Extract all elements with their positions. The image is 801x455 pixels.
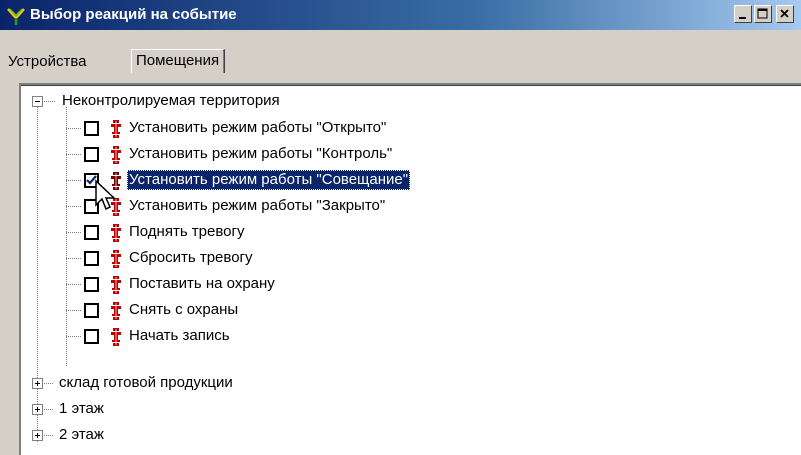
tree-group-node[interactable]: склад готовой продукции <box>21 373 521 399</box>
tree-connector <box>66 180 82 181</box>
action-row[interactable]: Сбросить тревогу <box>21 248 721 274</box>
action-row[interactable]: Снять с охраны <box>21 300 721 326</box>
collapse-icon[interactable] <box>32 96 43 107</box>
action-row[interactable]: Установить режим работы "Совещание" <box>21 170 721 196</box>
reaction-tree[interactable]: Неконтролируемая территория Установить р… <box>19 83 801 455</box>
action-row[interactable]: Поднять тревогу <box>21 222 721 248</box>
action-label: Поднять тревогу <box>129 223 245 240</box>
action-label: Поставить на охрану <box>129 275 275 292</box>
tree-connector <box>44 435 54 436</box>
tree-connector <box>44 383 54 384</box>
maximize-button[interactable] <box>754 5 772 23</box>
close-button[interactable] <box>776 5 794 23</box>
tree-group-label: 2 этаж <box>59 426 104 443</box>
minimize-icon <box>739 17 746 19</box>
action-row[interactable]: Установить режим работы "Закрыто" <box>21 196 721 222</box>
window-title: Выбор реакций на событие <box>30 6 237 23</box>
action-label: Установить режим работы "Совещание" <box>127 170 411 190</box>
minimize-button[interactable] <box>734 5 752 23</box>
action-row[interactable]: Установить режим работы "Контроль" <box>21 144 721 170</box>
tree-connector <box>66 232 82 233</box>
action-label: Установить режим работы "Контроль" <box>129 145 393 162</box>
tree-root-label: Неконтролируемая территория <box>62 92 280 109</box>
tab-devices[interactable]: Устройства <box>4 52 90 72</box>
tree-connector <box>44 409 54 410</box>
tree-connector <box>66 206 82 207</box>
tab-strip: Устройства Помещения <box>0 30 801 73</box>
close-icon <box>780 9 789 18</box>
action-checkbox[interactable] <box>84 329 99 344</box>
maximize-icon <box>757 8 768 19</box>
reaction-icon <box>111 302 121 320</box>
title-bar[interactable]: Выбор реакций на событие <box>0 0 801 30</box>
tree-connector <box>66 128 82 129</box>
tree-group-label: 1 этаж <box>59 400 104 417</box>
tree-connector <box>66 154 82 155</box>
tree-group-node[interactable]: 2 этаж <box>21 425 521 451</box>
action-checkbox[interactable] <box>84 147 99 162</box>
action-checkbox[interactable] <box>84 225 99 240</box>
reaction-icon <box>111 276 121 294</box>
reaction-icon <box>111 224 121 242</box>
expand-icon[interactable] <box>32 378 43 389</box>
reaction-icon <box>111 146 121 164</box>
tree-connector <box>66 284 82 285</box>
action-row[interactable]: Поставить на охрану <box>21 274 721 300</box>
action-checkbox[interactable] <box>84 251 99 266</box>
tree-connector <box>66 258 82 259</box>
tree-group-label: склад готовой продукции <box>59 374 233 391</box>
tab-premises[interactable]: Помещения <box>131 49 226 73</box>
action-checkbox[interactable] <box>84 303 99 318</box>
action-label: Установить режим работы "Открыто" <box>129 119 387 136</box>
expand-icon[interactable] <box>32 430 43 441</box>
action-label: Начать запись <box>129 327 230 344</box>
action-row[interactable]: Начать запись <box>21 326 721 352</box>
reaction-app-icon <box>7 8 25 25</box>
tree-connector <box>44 101 56 102</box>
action-label: Снять с охраны <box>129 301 239 318</box>
action-label: Сбросить тревогу <box>129 249 253 266</box>
reaction-icon <box>111 250 121 268</box>
reaction-selection-window: Выбор реакций на событие Устройства Поме… <box>0 0 801 455</box>
tree-group-node[interactable]: 1 этаж <box>21 399 521 425</box>
action-label: Установить режим работы "Закрыто" <box>129 197 386 214</box>
action-checkbox[interactable] <box>84 121 99 136</box>
reaction-icon <box>111 120 121 138</box>
action-checkbox[interactable] <box>84 277 99 292</box>
mouse-cursor-icon <box>95 179 116 211</box>
tree-connector <box>66 336 82 337</box>
tree-connector <box>66 310 82 311</box>
expand-icon[interactable] <box>32 404 43 415</box>
action-row[interactable]: Установить режим работы "Открыто" <box>21 118 721 144</box>
reaction-icon <box>111 328 121 346</box>
